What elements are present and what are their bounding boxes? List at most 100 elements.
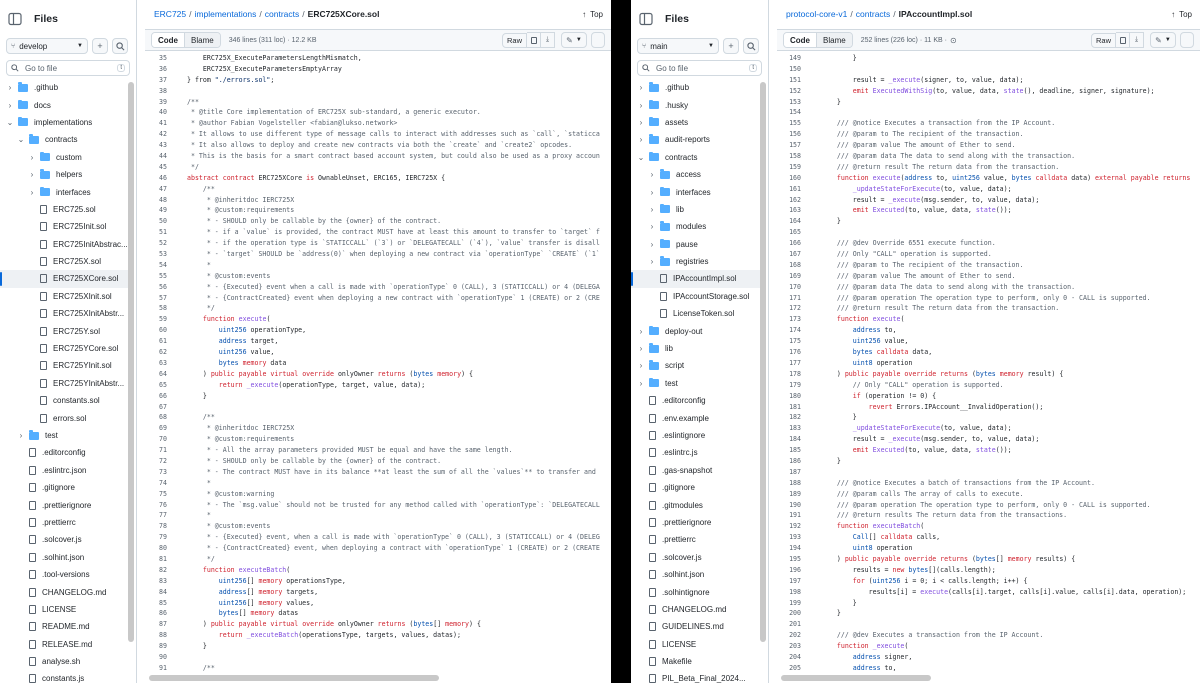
line-number[interactable]: 205 bbox=[777, 663, 807, 674]
line-number[interactable]: 195 bbox=[777, 554, 807, 565]
tree-file[interactable]: .solcover.js bbox=[0, 531, 128, 548]
download-button[interactable]: ⤓ bbox=[541, 32, 555, 48]
tree-file[interactable]: .env.example bbox=[631, 409, 760, 426]
line-number[interactable]: 86 bbox=[145, 608, 173, 619]
tree-folder[interactable]: › audit-reports bbox=[631, 131, 760, 148]
tree-file[interactable]: ERC725Init.sol bbox=[0, 218, 128, 235]
tree-file[interactable]: IPAccountImpl.sol bbox=[631, 270, 760, 288]
add-file-button[interactable]: + bbox=[92, 38, 108, 54]
line-number[interactable]: 191 bbox=[777, 510, 807, 521]
line-number[interactable]: 80 bbox=[145, 543, 173, 554]
line-number[interactable]: 77 bbox=[145, 510, 173, 521]
line-number[interactable]: 187 bbox=[777, 467, 807, 478]
line-number[interactable]: 193 bbox=[777, 532, 807, 543]
tab-code[interactable]: Code bbox=[784, 33, 817, 47]
line-number[interactable]: 54 bbox=[145, 260, 173, 271]
download-button[interactable]: ⤓ bbox=[1130, 32, 1144, 48]
line-number[interactable]: 62 bbox=[145, 347, 173, 358]
line-number[interactable]: 89 bbox=[145, 641, 173, 652]
tree-file[interactable]: .gitignore bbox=[0, 479, 128, 496]
line-number[interactable]: 189 bbox=[777, 489, 807, 500]
raw-button[interactable]: Raw bbox=[501, 32, 527, 48]
tree-file[interactable]: .editorconfig bbox=[631, 392, 760, 409]
line-number[interactable]: 185 bbox=[777, 445, 807, 456]
line-number[interactable]: 78 bbox=[145, 521, 173, 532]
line-number[interactable]: 90 bbox=[145, 652, 173, 663]
tree-file[interactable]: IPAccountStorage.sol bbox=[631, 288, 760, 305]
tree-folder[interactable]: ⌄ implementations bbox=[0, 114, 128, 131]
tree-file[interactable]: .eslintrc.js bbox=[631, 444, 760, 461]
line-number[interactable]: 197 bbox=[777, 576, 807, 587]
line-number[interactable]: 150 bbox=[777, 64, 807, 75]
tree-folder[interactable]: ⌄ contracts bbox=[0, 131, 128, 148]
line-number[interactable]: 68 bbox=[145, 412, 173, 423]
line-number[interactable]: 60 bbox=[145, 325, 173, 336]
line-number[interactable]: 192 bbox=[777, 521, 807, 532]
line-number[interactable]: 46 bbox=[145, 173, 173, 184]
tree-file[interactable]: CHANGELOG.md bbox=[0, 583, 128, 600]
line-number[interactable]: 70 bbox=[145, 434, 173, 445]
tree-file[interactable]: errors.sol bbox=[0, 409, 128, 426]
line-number[interactable]: 73 bbox=[145, 467, 173, 478]
line-number[interactable]: 168 bbox=[777, 260, 807, 271]
edit-button[interactable]: ✎ ▼ bbox=[1150, 32, 1176, 48]
sidebar-toggle-icon[interactable] bbox=[8, 12, 22, 26]
tree-file[interactable]: CHANGELOG.md bbox=[631, 601, 760, 618]
top-button[interactable]: ↑ Top bbox=[582, 10, 603, 19]
security-icon[interactable]: ⊙ bbox=[950, 36, 957, 45]
line-number[interactable]: 37 bbox=[145, 75, 173, 86]
tab-code[interactable]: Code bbox=[152, 33, 185, 47]
go-to-file-input[interactable]: Go to file t bbox=[6, 60, 130, 76]
tree-file[interactable]: .eslintignore bbox=[631, 427, 760, 444]
line-number[interactable]: 181 bbox=[777, 402, 807, 413]
line-number[interactable]: 198 bbox=[777, 587, 807, 598]
tree-folder[interactable]: › registries bbox=[631, 253, 760, 270]
line-number[interactable]: 169 bbox=[777, 271, 807, 282]
tree-file[interactable]: LicenseToken.sol bbox=[631, 305, 760, 322]
tree-file[interactable]: .gitmodules bbox=[631, 496, 760, 513]
line-number[interactable]: 42 bbox=[145, 129, 173, 140]
line-number[interactable]: 184 bbox=[777, 434, 807, 445]
line-number[interactable]: 52 bbox=[145, 238, 173, 249]
breadcrumb-folder-link[interactable]: contracts bbox=[856, 9, 891, 19]
line-number[interactable]: 39 bbox=[145, 97, 173, 108]
line-number[interactable]: 83 bbox=[145, 576, 173, 587]
line-number[interactable]: 176 bbox=[777, 347, 807, 358]
line-number[interactable]: 66 bbox=[145, 391, 173, 402]
branch-selector[interactable]: ⑂ develop ▼ bbox=[6, 38, 88, 54]
line-number[interactable]: 166 bbox=[777, 238, 807, 249]
line-number[interactable]: 38 bbox=[145, 86, 173, 97]
horizontal-scrollbar[interactable] bbox=[781, 675, 931, 681]
line-number[interactable]: 204 bbox=[777, 652, 807, 663]
tree-file[interactable]: .solhint.json bbox=[0, 549, 128, 566]
tree-folder[interactable]: › lib bbox=[631, 201, 760, 218]
line-number[interactable]: 178 bbox=[777, 369, 807, 380]
tree-file[interactable]: .solhintignore bbox=[631, 583, 760, 600]
tree-folder[interactable]: › assets bbox=[631, 114, 760, 131]
line-number[interactable]: 55 bbox=[145, 271, 173, 282]
line-number[interactable]: 156 bbox=[777, 129, 807, 140]
top-button[interactable]: ↑ Top bbox=[1171, 10, 1192, 19]
line-number[interactable]: 203 bbox=[777, 641, 807, 652]
symbols-panel-button[interactable] bbox=[1180, 32, 1194, 48]
tree-file[interactable]: PIL_Beta_Final_2024... bbox=[631, 670, 760, 683]
tree-file[interactable]: .editorconfig bbox=[0, 444, 128, 461]
line-number[interactable]: 200 bbox=[777, 608, 807, 619]
tree-folder[interactable]: ⌄ contracts bbox=[631, 149, 760, 166]
tree-file[interactable]: .prettierrc bbox=[631, 531, 760, 548]
tree-folder[interactable]: › custom bbox=[0, 149, 128, 166]
line-number[interactable]: 177 bbox=[777, 358, 807, 369]
line-number[interactable]: 151 bbox=[777, 75, 807, 86]
copy-button[interactable] bbox=[1116, 32, 1130, 48]
tree-folder[interactable]: › helpers bbox=[0, 166, 128, 183]
tree-folder[interactable]: › script bbox=[631, 357, 760, 374]
tree-file[interactable]: ERC725YCore.sol bbox=[0, 340, 128, 357]
line-number[interactable]: 87 bbox=[145, 619, 173, 630]
line-number[interactable]: 57 bbox=[145, 293, 173, 304]
line-number[interactable]: 165 bbox=[777, 227, 807, 238]
line-number[interactable]: 48 bbox=[145, 195, 173, 206]
line-number[interactable]: 35 bbox=[145, 53, 173, 64]
line-number[interactable]: 201 bbox=[777, 619, 807, 630]
tree-file[interactable]: ERC725Y.sol bbox=[0, 322, 128, 339]
breadcrumb-repo-link[interactable]: ERC725 bbox=[154, 9, 186, 19]
